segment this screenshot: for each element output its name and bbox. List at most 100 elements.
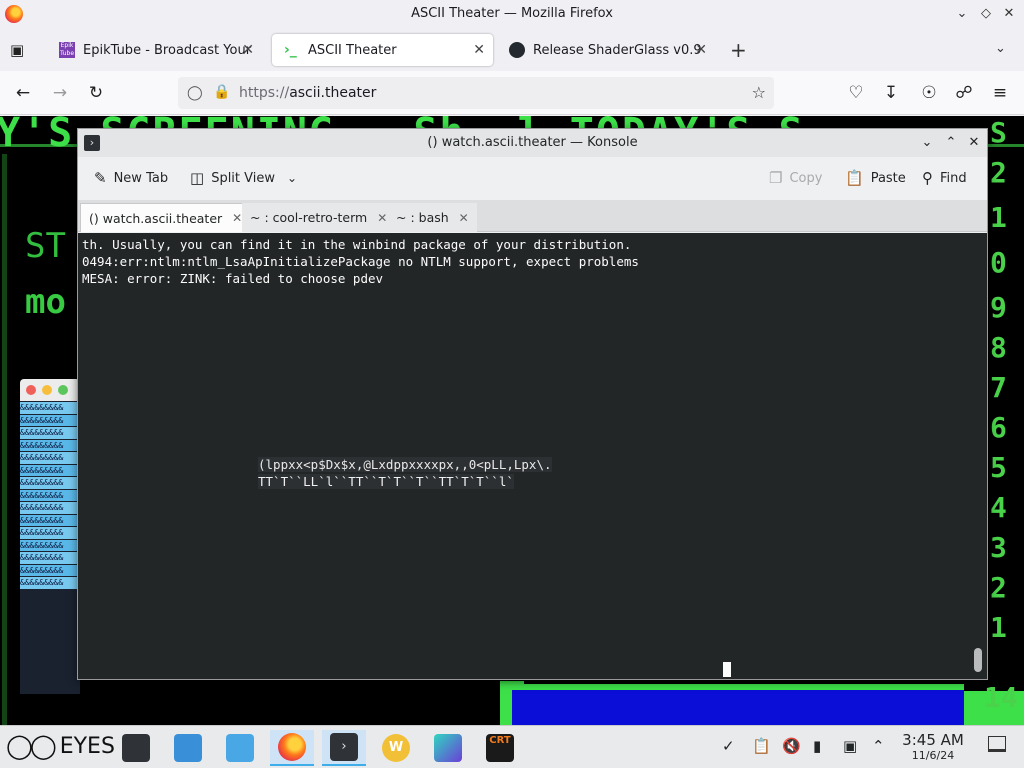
start-menu-button[interactable]: ◯◯ EYES bbox=[6, 732, 115, 760]
mini-window-row: &&&&&&&&& bbox=[20, 539, 80, 551]
tab-shaderglass-release[interactable]: Release ShaderGlass v0.9 ✕ bbox=[497, 34, 715, 66]
background-mini-window[interactable]: &&&&&&&&& &&&&&&&&& &&&&&&&&& &&&&&&&&& &&&&… bbox=[20, 379, 80, 694]
paste-icon: 📋 bbox=[845, 169, 864, 187]
tab-close-icon[interactable]: ✕ bbox=[459, 211, 469, 225]
back-arrow-icon[interactable]: ← bbox=[12, 82, 34, 104]
shaderglass-icon bbox=[434, 734, 462, 762]
new-tab-button[interactable]: ✎ New Tab bbox=[94, 169, 168, 187]
tab-close-icon[interactable]: ✕ bbox=[242, 42, 254, 58]
url-bar[interactable]: ◯ 🔒 https://ascii.theater ☆ bbox=[178, 77, 774, 109]
konsole-tab-cool-retro-term[interactable]: ~ : cool-retro-term ✕ bbox=[242, 203, 396, 232]
reload-icon[interactable]: ↻ bbox=[85, 82, 107, 104]
lock-icon[interactable]: 🔒 bbox=[213, 84, 230, 100]
mini-window-row: &&&&&&&&& bbox=[20, 464, 80, 476]
firefox-icon bbox=[278, 733, 306, 761]
maximize-icon[interactable]: ◇ bbox=[977, 5, 995, 23]
mini-window-row: &&&&&&&&& bbox=[20, 439, 80, 451]
navigation-toolbar: ← → ↻ ◯ 🔒 https://ascii.theater ☆ ♡ ↧ ☉ … bbox=[0, 71, 1024, 115]
new-tab-plus-icon[interactable]: + bbox=[730, 38, 747, 62]
mini-window-titlebar[interactable] bbox=[20, 379, 80, 401]
tracking-shield-icon[interactable]: ◯ bbox=[187, 85, 203, 101]
tab-close-icon[interactable]: ✕ bbox=[473, 42, 485, 58]
mini-maximize-icon[interactable] bbox=[58, 385, 68, 395]
konsole-tab-bash[interactable]: ~ : bash ✕ bbox=[388, 203, 477, 232]
ascii-art-line: (lppxx<p$Dx$x,@Lxdppxxxxpx,,0<pLL,Lpx\. bbox=[258, 457, 552, 472]
terminal-line: 0494:err:ntlm:ntlm_LsaApInitializePackag… bbox=[82, 254, 639, 269]
browser-tab-bar: ▣ Epik Tube EpikTube - Broadcast Your ✕ ›… bbox=[0, 29, 1024, 71]
terminal-scrollbar[interactable] bbox=[974, 648, 982, 672]
mini-window-row: &&&&&&&&& bbox=[20, 427, 80, 439]
tab-epiktube[interactable]: Epik Tube EpikTube - Broadcast Your ✕ bbox=[47, 34, 262, 66]
konsole-titlebar[interactable]: › () watch.ascii.theater — Konsole ⌄ ⌃ ✕ bbox=[78, 129, 987, 157]
taskbar-discover[interactable] bbox=[166, 730, 210, 766]
konsole-maximize-icon[interactable]: ⌃ bbox=[942, 134, 960, 152]
split-view-icon: ◫ bbox=[190, 169, 205, 187]
new-tab-icon: ✎ bbox=[94, 169, 107, 187]
taskbar: ◯◯ EYES › W CRT ✓ 📋 🔇 ▮ ▣ ⌃ 3:45 AM 11/6… bbox=[0, 725, 1024, 768]
list-all-tabs-icon[interactable]: ⌄ bbox=[995, 41, 1006, 56]
minimize-icon[interactable]: ⌄ bbox=[953, 5, 971, 23]
right-digit-column: S 2 1 0 9 8 7 6 5 4 3 2 1 14 bbox=[984, 116, 1018, 714]
terminal-output[interactable]: th. Usually, you can find it in the winb… bbox=[78, 233, 987, 679]
tab-close-icon[interactable]: ✕ bbox=[695, 42, 707, 58]
show-desktop-icon[interactable] bbox=[988, 736, 1006, 752]
konsole-tab-watch[interactable]: () watch.ascii.theater ✕ bbox=[80, 203, 252, 232]
mini-window-row: &&&&&&&&& bbox=[20, 577, 80, 589]
bookmark-star-icon[interactable]: ☆ bbox=[752, 83, 766, 102]
mini-window-row: &&&&&&&&& bbox=[20, 477, 80, 489]
tray-battery-icon[interactable]: ▮ bbox=[813, 737, 821, 755]
taskbar-system-settings[interactable] bbox=[114, 730, 158, 766]
copy-button[interactable]: ❐ Copy bbox=[769, 169, 822, 187]
terminal-cursor bbox=[723, 662, 731, 677]
window-titlebar: ASCII Theater — Mozilla Firefox ⌄ ◇ ✕ bbox=[0, 0, 1024, 29]
downloads-icon[interactable]: ↧ bbox=[880, 82, 902, 104]
extensions-icon[interactable]: ☍ bbox=[953, 82, 975, 104]
clock[interactable]: 3:45 AM 11/6/24 bbox=[900, 731, 966, 762]
tab-ascii-theater[interactable]: ›_ ASCII Theater ✕ bbox=[272, 34, 493, 66]
konsole-window[interactable]: › () watch.ascii.theater — Konsole ⌄ ⌃ ✕… bbox=[77, 128, 988, 680]
terminal-line: th. Usually, you can find it in the winb… bbox=[82, 237, 632, 252]
taskbar-konsole[interactable]: › bbox=[322, 730, 366, 766]
tray-network-icon[interactable]: ▣ bbox=[843, 737, 857, 755]
pocket-icon[interactable]: ♡ bbox=[845, 82, 867, 104]
konsole-close-icon[interactable]: ✕ bbox=[965, 134, 983, 152]
konsole-minimize-icon[interactable]: ⌄ bbox=[918, 134, 936, 152]
copy-icon: ❐ bbox=[769, 169, 783, 187]
taskbar-dolphin[interactable] bbox=[218, 730, 262, 766]
close-icon[interactable]: ✕ bbox=[1000, 5, 1018, 23]
url-text[interactable]: https://ascii.theater bbox=[239, 85, 376, 101]
background-word-mo: mo bbox=[25, 282, 66, 322]
eyes-logo-icon: ◯◯ bbox=[6, 732, 57, 760]
mini-window-row: &&&&&&&&& bbox=[20, 527, 80, 539]
tray-volume-muted-icon[interactable]: 🔇 bbox=[782, 737, 801, 755]
taskbar-shaderglass[interactable] bbox=[426, 730, 470, 766]
mini-window-row: &&&&&&&&& bbox=[20, 414, 80, 426]
folder-icon bbox=[226, 734, 254, 762]
settings-sliders-icon bbox=[122, 734, 150, 762]
mini-close-icon[interactable] bbox=[26, 385, 36, 395]
chevron-down-icon[interactable]: ⌄ bbox=[287, 171, 297, 185]
crt-icon: CRT bbox=[486, 734, 514, 762]
taskbar-wine[interactable]: W bbox=[374, 730, 418, 766]
terminal-line: MESA: error: ZINK: failed to choose pdev bbox=[82, 271, 384, 286]
menu-hamburger-icon[interactable]: ≡ bbox=[989, 82, 1011, 104]
paste-button[interactable]: 📋 Paste bbox=[845, 169, 906, 187]
find-button[interactable]: ⚲ Find bbox=[922, 169, 967, 187]
tray-expand-chevron-icon[interactable]: ⌃ bbox=[872, 737, 885, 755]
search-icon: ⚲ bbox=[922, 169, 933, 187]
ascii-art-line: TT`T``LL`l``TT``T`T``T``TT`T`T``l` bbox=[258, 474, 514, 489]
wine-icon: W bbox=[382, 734, 410, 762]
tray-clipboard-icon[interactable]: 📋 bbox=[752, 737, 771, 755]
split-view-button[interactable]: ◫ Split View ⌄ bbox=[190, 169, 297, 187]
tab-close-icon[interactable]: ✕ bbox=[377, 211, 387, 225]
mini-minimize-icon[interactable] bbox=[42, 385, 52, 395]
tray-updates-icon[interactable]: ✓ bbox=[722, 737, 735, 755]
firefox-view-icon[interactable]: ▣ bbox=[10, 41, 24, 59]
mini-window-row: &&&&&&&&& bbox=[20, 402, 80, 414]
taskbar-firefox[interactable] bbox=[270, 730, 314, 766]
taskbar-cool-retro-term[interactable]: CRT bbox=[478, 730, 522, 766]
account-icon[interactable]: ☉ bbox=[918, 82, 940, 104]
forward-arrow-icon[interactable]: → bbox=[49, 82, 71, 104]
mini-window-row: &&&&&&&&& bbox=[20, 552, 80, 564]
tab-close-icon[interactable]: ✕ bbox=[232, 211, 242, 225]
